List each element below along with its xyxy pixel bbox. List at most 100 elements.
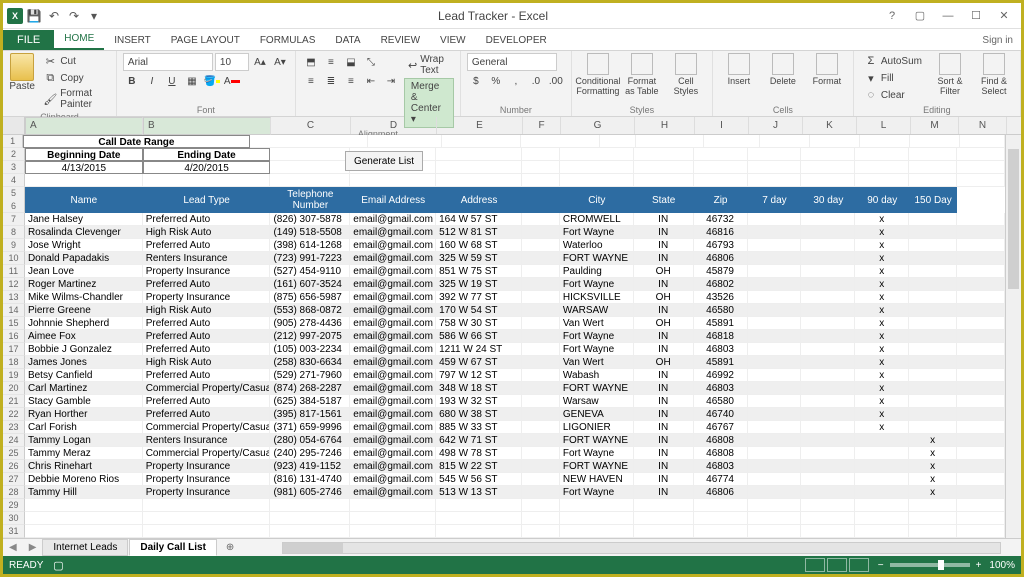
cell[interactable]: 46806 xyxy=(694,486,748,499)
cell[interactable]: 46774 xyxy=(694,473,748,486)
cell[interactable]: (395) 817-1561 xyxy=(270,408,350,421)
cell[interactable]: 325 W 59 ST xyxy=(436,252,522,265)
cell[interactable] xyxy=(522,460,560,473)
cell[interactable] xyxy=(436,161,522,174)
cell[interactable]: High Risk Auto xyxy=(143,226,271,239)
row-header[interactable]: 7 xyxy=(3,213,25,226)
cell[interactable] xyxy=(748,434,802,447)
normal-view-icon[interactable] xyxy=(805,558,825,572)
cell[interactable]: 545 W 56 ST xyxy=(436,473,522,486)
cell[interactable]: Mike Wilms-Chandler xyxy=(25,291,143,304)
cell[interactable] xyxy=(855,148,909,161)
cell[interactable]: email@gmail.com xyxy=(350,252,436,265)
cell[interactable] xyxy=(694,499,748,512)
cell[interactable]: x xyxy=(855,291,909,304)
cell[interactable]: Fort Wayne xyxy=(560,278,634,291)
cell[interactable] xyxy=(522,382,560,395)
cell[interactable]: x xyxy=(855,369,909,382)
cell[interactable]: 680 W 38 ST xyxy=(436,408,522,421)
cell[interactable]: 1211 W 24 ST xyxy=(436,343,522,356)
number-format-select[interactable]: General xyxy=(467,53,557,71)
cell[interactable] xyxy=(801,330,855,343)
cell[interactable] xyxy=(957,161,1005,174)
cell[interactable] xyxy=(855,460,909,473)
cell[interactable]: IN xyxy=(634,252,694,265)
cell[interactable] xyxy=(748,148,802,161)
font-size-select[interactable]: 10 xyxy=(215,53,249,71)
cell[interactable]: x xyxy=(909,434,957,447)
cell[interactable]: Preferred Auto xyxy=(143,317,271,330)
cell[interactable]: (212) 997-2075 xyxy=(270,330,350,343)
cell[interactable]: IN xyxy=(634,447,694,460)
cell[interactable]: Property Insurance xyxy=(143,460,271,473)
cell[interactable] xyxy=(957,525,1005,538)
cell[interactable]: OH xyxy=(634,291,694,304)
cell[interactable] xyxy=(801,525,855,538)
cell[interactable]: Tammy Logan xyxy=(25,434,143,447)
cell[interactable] xyxy=(855,161,909,174)
cell[interactable] xyxy=(634,525,694,538)
table-header-cell[interactable]: 30 day xyxy=(801,187,855,213)
cell[interactable] xyxy=(748,356,802,369)
cell[interactable] xyxy=(801,226,855,239)
add-sheet-icon[interactable]: ⊕ xyxy=(218,542,242,553)
horizontal-scrollbar[interactable] xyxy=(282,542,1001,554)
cell[interactable] xyxy=(522,525,560,538)
delete-cells-button[interactable]: Delete xyxy=(763,53,803,87)
cell[interactable] xyxy=(957,460,1005,473)
cell[interactable]: email@gmail.com xyxy=(350,356,436,369)
row-header[interactable]: 18 xyxy=(3,356,25,369)
cell[interactable]: Fort Wayne xyxy=(560,330,634,343)
cell[interactable] xyxy=(801,382,855,395)
cell[interactable] xyxy=(957,395,1005,408)
cell[interactable] xyxy=(748,265,802,278)
cell[interactable] xyxy=(909,291,957,304)
col-J[interactable]: J xyxy=(749,117,803,134)
cell[interactable] xyxy=(694,161,748,174)
cell[interactable]: FORT WAYNE xyxy=(560,382,634,395)
worksheet-grid[interactable]: 1Call Date Range2Beginning DateEnding Da… xyxy=(3,135,1005,538)
cell[interactable]: email@gmail.com xyxy=(350,317,436,330)
cell[interactable]: 46793 xyxy=(694,239,748,252)
cell[interactable] xyxy=(801,486,855,499)
cell[interactable] xyxy=(522,252,560,265)
cell[interactable]: IN xyxy=(634,213,694,226)
cell[interactable] xyxy=(634,161,694,174)
cell[interactable]: 43526 xyxy=(694,291,748,304)
cell[interactable]: Preferred Auto xyxy=(143,408,271,421)
row-header[interactable]: 15 xyxy=(3,317,25,330)
cell[interactable]: x xyxy=(855,265,909,278)
cell[interactable] xyxy=(801,434,855,447)
cell[interactable]: x xyxy=(855,226,909,239)
cell[interactable]: email@gmail.com xyxy=(350,291,436,304)
cell[interactable]: Chris Rinehart xyxy=(25,460,143,473)
cell[interactable]: Roger Martinez xyxy=(25,278,143,291)
cell[interactable]: Fort Wayne xyxy=(560,486,634,499)
cell[interactable] xyxy=(909,330,957,343)
cell[interactable] xyxy=(909,239,957,252)
cell[interactable]: Renters Insurance xyxy=(143,252,271,265)
cell[interactable]: (723) 991-7223 xyxy=(270,252,350,265)
cell[interactable] xyxy=(801,213,855,226)
cell[interactable]: IN xyxy=(634,304,694,317)
cell[interactable]: 498 W 78 ST xyxy=(436,447,522,460)
cell[interactable]: Jose Wright xyxy=(25,239,143,252)
cell[interactable]: IN xyxy=(634,330,694,343)
cell[interactable] xyxy=(350,174,436,187)
sheet-nav-next-icon[interactable]: ▶ xyxy=(23,542,43,553)
cell[interactable]: IN xyxy=(634,408,694,421)
cell[interactable]: IN xyxy=(634,369,694,382)
cell[interactable] xyxy=(855,486,909,499)
cut-button[interactable]: ✂Cut xyxy=(39,53,110,69)
cell[interactable] xyxy=(801,148,855,161)
cell[interactable] xyxy=(522,226,560,239)
cell[interactable] xyxy=(957,343,1005,356)
tab-view[interactable]: VIEW xyxy=(430,31,476,50)
cell[interactable]: 459 W 67 ST xyxy=(436,356,522,369)
tab-data[interactable]: DATA xyxy=(325,31,370,50)
cell[interactable]: 46816 xyxy=(694,226,748,239)
cell[interactable]: x xyxy=(855,421,909,434)
clear-button[interactable]: ◌Clear xyxy=(860,87,926,103)
cell[interactable]: email@gmail.com xyxy=(350,278,436,291)
cell[interactable] xyxy=(801,317,855,330)
